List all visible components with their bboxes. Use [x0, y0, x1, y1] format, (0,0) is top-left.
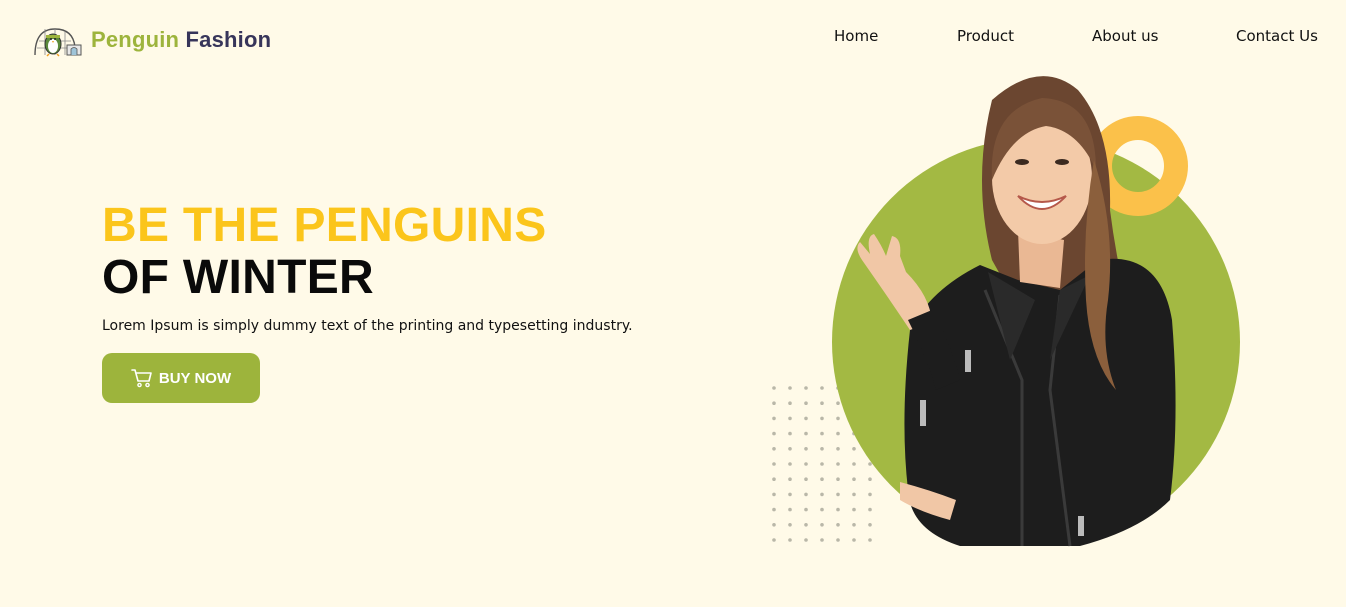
hero-section: BE THE PENGUINS OF WINTER Lorem Ipsum is…: [102, 200, 722, 403]
nav-item-about-us[interactable]: About us: [1092, 27, 1158, 45]
nav-item-home[interactable]: Home: [834, 27, 878, 45]
hero-image: [832, 76, 1240, 547]
buy-now-button[interactable]: BUY NOW: [102, 353, 260, 403]
buy-now-label: BUY NOW: [158, 369, 232, 387]
hero-headline: BE THE PENGUINS OF WINTER: [102, 200, 722, 304]
hero-subtext: Lorem Ipsum is simply dummy text of the …: [102, 318, 633, 334]
hero-headline-line1: BE THE PENGUINS: [102, 199, 547, 252]
hero-headline-line2: OF WINTER: [102, 251, 374, 304]
nav-item-contact-us[interactable]: Contact Us: [1236, 27, 1318, 45]
hero-visual: [760, 60, 1260, 580]
main-nav: Home Product About us Contact Us: [0, 27, 1346, 49]
cart-icon: [131, 369, 152, 388]
nav-item-product[interactable]: Product: [957, 27, 1014, 45]
